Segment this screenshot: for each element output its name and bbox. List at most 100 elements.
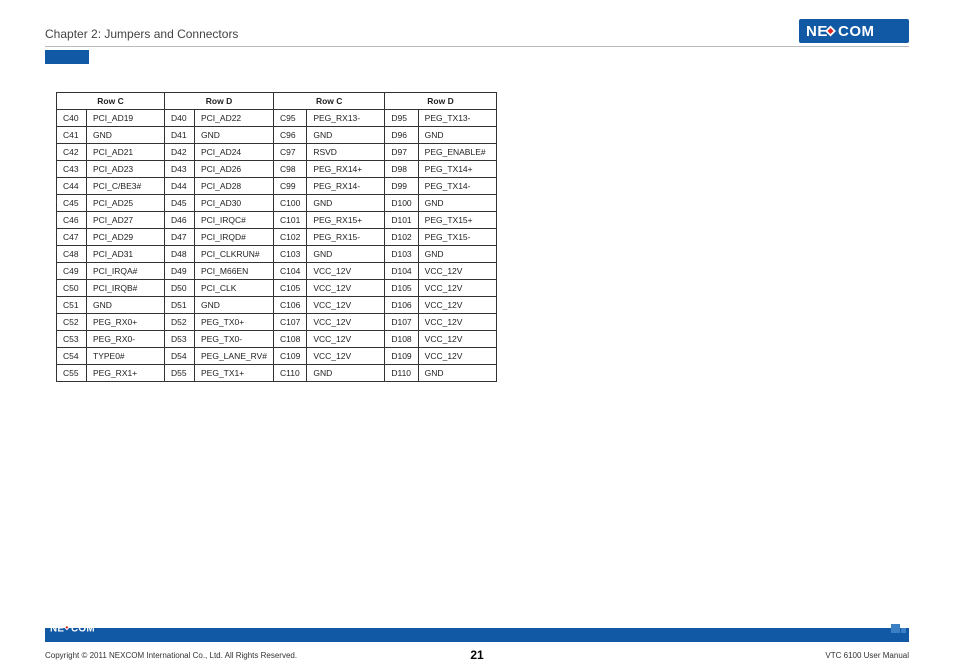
table-row: C54TYPE0#D54PEG_LANE_RV#C109VCC_12VD109V… [57, 348, 497, 365]
pin-id: D45 [165, 195, 195, 212]
pin-id: C45 [57, 195, 87, 212]
pin-id: D42 [165, 144, 195, 161]
signal-name: VCC_12V [307, 297, 385, 314]
signal-name: GND [195, 127, 274, 144]
pin-id: D102 [385, 229, 418, 246]
pin-id: C102 [274, 229, 307, 246]
pin-id: D110 [385, 365, 418, 382]
table-row: C50PCI_IRQB#D50PCI_CLKC105VCC_12VD105VCC… [57, 280, 497, 297]
chapter-title: Chapter 2: Jumpers and Connectors [45, 27, 238, 41]
signal-name: GND [87, 127, 165, 144]
pin-id: C97 [274, 144, 307, 161]
signal-name: PCI_AD28 [195, 178, 274, 195]
signal-name: PCI_M66EN [195, 263, 274, 280]
signal-name: PEG_TX0+ [195, 314, 274, 331]
signal-name: PCI_AD25 [87, 195, 165, 212]
pin-id: D103 [385, 246, 418, 263]
signal-name: VCC_12V [307, 314, 385, 331]
pin-id: C99 [274, 178, 307, 195]
pin-id: C104 [274, 263, 307, 280]
header-rule [45, 46, 909, 47]
pin-id: D44 [165, 178, 195, 195]
signal-name: PEG_TX1+ [195, 365, 274, 382]
svg-text:NE: NE [50, 623, 64, 634]
signal-name: VCC_12V [307, 263, 385, 280]
signal-name: VCC_12V [418, 297, 496, 314]
signal-name: GND [87, 297, 165, 314]
signal-name: PCI_CLKRUN# [195, 246, 274, 263]
pin-id: C46 [57, 212, 87, 229]
pin-id: C43 [57, 161, 87, 178]
signal-name: PCI_AD27 [87, 212, 165, 229]
pin-id: C108 [274, 331, 307, 348]
svg-text:COM: COM [838, 23, 875, 40]
table-row: C41GNDD41GNDC96GNDD96GND [57, 127, 497, 144]
pin-id: D95 [385, 110, 418, 127]
pin-id: D109 [385, 348, 418, 365]
pin-table-body: C40PCI_AD19D40PCI_AD22C95PEG_RX13-D95PEG… [57, 110, 497, 382]
signal-name: VCC_12V [418, 314, 496, 331]
pin-id: C41 [57, 127, 87, 144]
svg-text:COM: COM [71, 623, 95, 634]
pin-id: C98 [274, 161, 307, 178]
pin-id: C106 [274, 297, 307, 314]
pin-id: C42 [57, 144, 87, 161]
signal-name: PCI_IRQD# [195, 229, 274, 246]
table-row: C55PEG_RX1+D55PEG_TX1+C110GNDD110GND [57, 365, 497, 382]
signal-name: PCI_AD22 [195, 110, 274, 127]
doc-name: VTC 6100 User Manual [825, 651, 909, 660]
pin-id: D48 [165, 246, 195, 263]
pin-id: D100 [385, 195, 418, 212]
pin-id: D46 [165, 212, 195, 229]
pin-id: D99 [385, 178, 418, 195]
pin-id: D97 [385, 144, 418, 161]
signal-name: TYPE0# [87, 348, 165, 365]
signal-name: VCC_12V [307, 331, 385, 348]
signal-name: PEG_RX14+ [307, 161, 385, 178]
svg-text:NE: NE [806, 23, 828, 40]
signal-name: PCI_AD31 [87, 246, 165, 263]
pin-id: D54 [165, 348, 195, 365]
table-row: C43PCI_AD23D43PCI_AD26C98PEG_RX14+D98PEG… [57, 161, 497, 178]
table-row: C52PEG_RX0+D52PEG_TX0+C107VCC_12VD107VCC… [57, 314, 497, 331]
pin-id: C40 [57, 110, 87, 127]
footer-decoration-icon [891, 624, 909, 642]
signal-name: GND [418, 127, 496, 144]
pin-id: C48 [57, 246, 87, 263]
signal-name: PCI_AD30 [195, 195, 274, 212]
signal-name: RSVD [307, 144, 385, 161]
signal-name: PEG_TX15+ [418, 212, 496, 229]
table-row: C47PCI_AD29D47PCI_IRQD#C102PEG_RX15-D102… [57, 229, 497, 246]
signal-name: GND [307, 127, 385, 144]
signal-name: PEG_TX0- [195, 331, 274, 348]
signal-name: GND [418, 365, 496, 382]
signal-name: PCI_IRQA# [87, 263, 165, 280]
signal-name: GND [307, 195, 385, 212]
pin-table: Row C Row D Row C Row D C40PCI_AD19D40PC… [56, 92, 497, 382]
signal-name: PEG_TX13- [418, 110, 496, 127]
signal-name: GND [418, 246, 496, 263]
pin-id: D51 [165, 297, 195, 314]
signal-name: PCI_AD23 [87, 161, 165, 178]
footer-bar [45, 628, 909, 642]
table-row: C44PCI_C/BE3#D44PCI_AD28C99PEG_RX14-D99P… [57, 178, 497, 195]
signal-name: VCC_12V [418, 348, 496, 365]
pin-id: C53 [57, 331, 87, 348]
pin-id: C110 [274, 365, 307, 382]
page-header: Chapter 2: Jumpers and Connectors NE COM [45, 18, 909, 49]
col-header: Row D [165, 93, 274, 110]
footer-brand-logo: NE COM [50, 621, 114, 640]
pin-id: C105 [274, 280, 307, 297]
pin-id: C49 [57, 263, 87, 280]
pin-id: C51 [57, 297, 87, 314]
pin-id: C95 [274, 110, 307, 127]
col-header: Row C [57, 93, 165, 110]
signal-name: VCC_12V [307, 348, 385, 365]
pin-table-wrap: Row C Row D Row C Row D C40PCI_AD19D40PC… [56, 92, 497, 382]
pin-id: D104 [385, 263, 418, 280]
signal-name: PCI_AD21 [87, 144, 165, 161]
signal-name: PEG_LANE_RV# [195, 348, 274, 365]
pin-id: D47 [165, 229, 195, 246]
signal-name: PEG_RX14- [307, 178, 385, 195]
signal-name: PCI_AD24 [195, 144, 274, 161]
